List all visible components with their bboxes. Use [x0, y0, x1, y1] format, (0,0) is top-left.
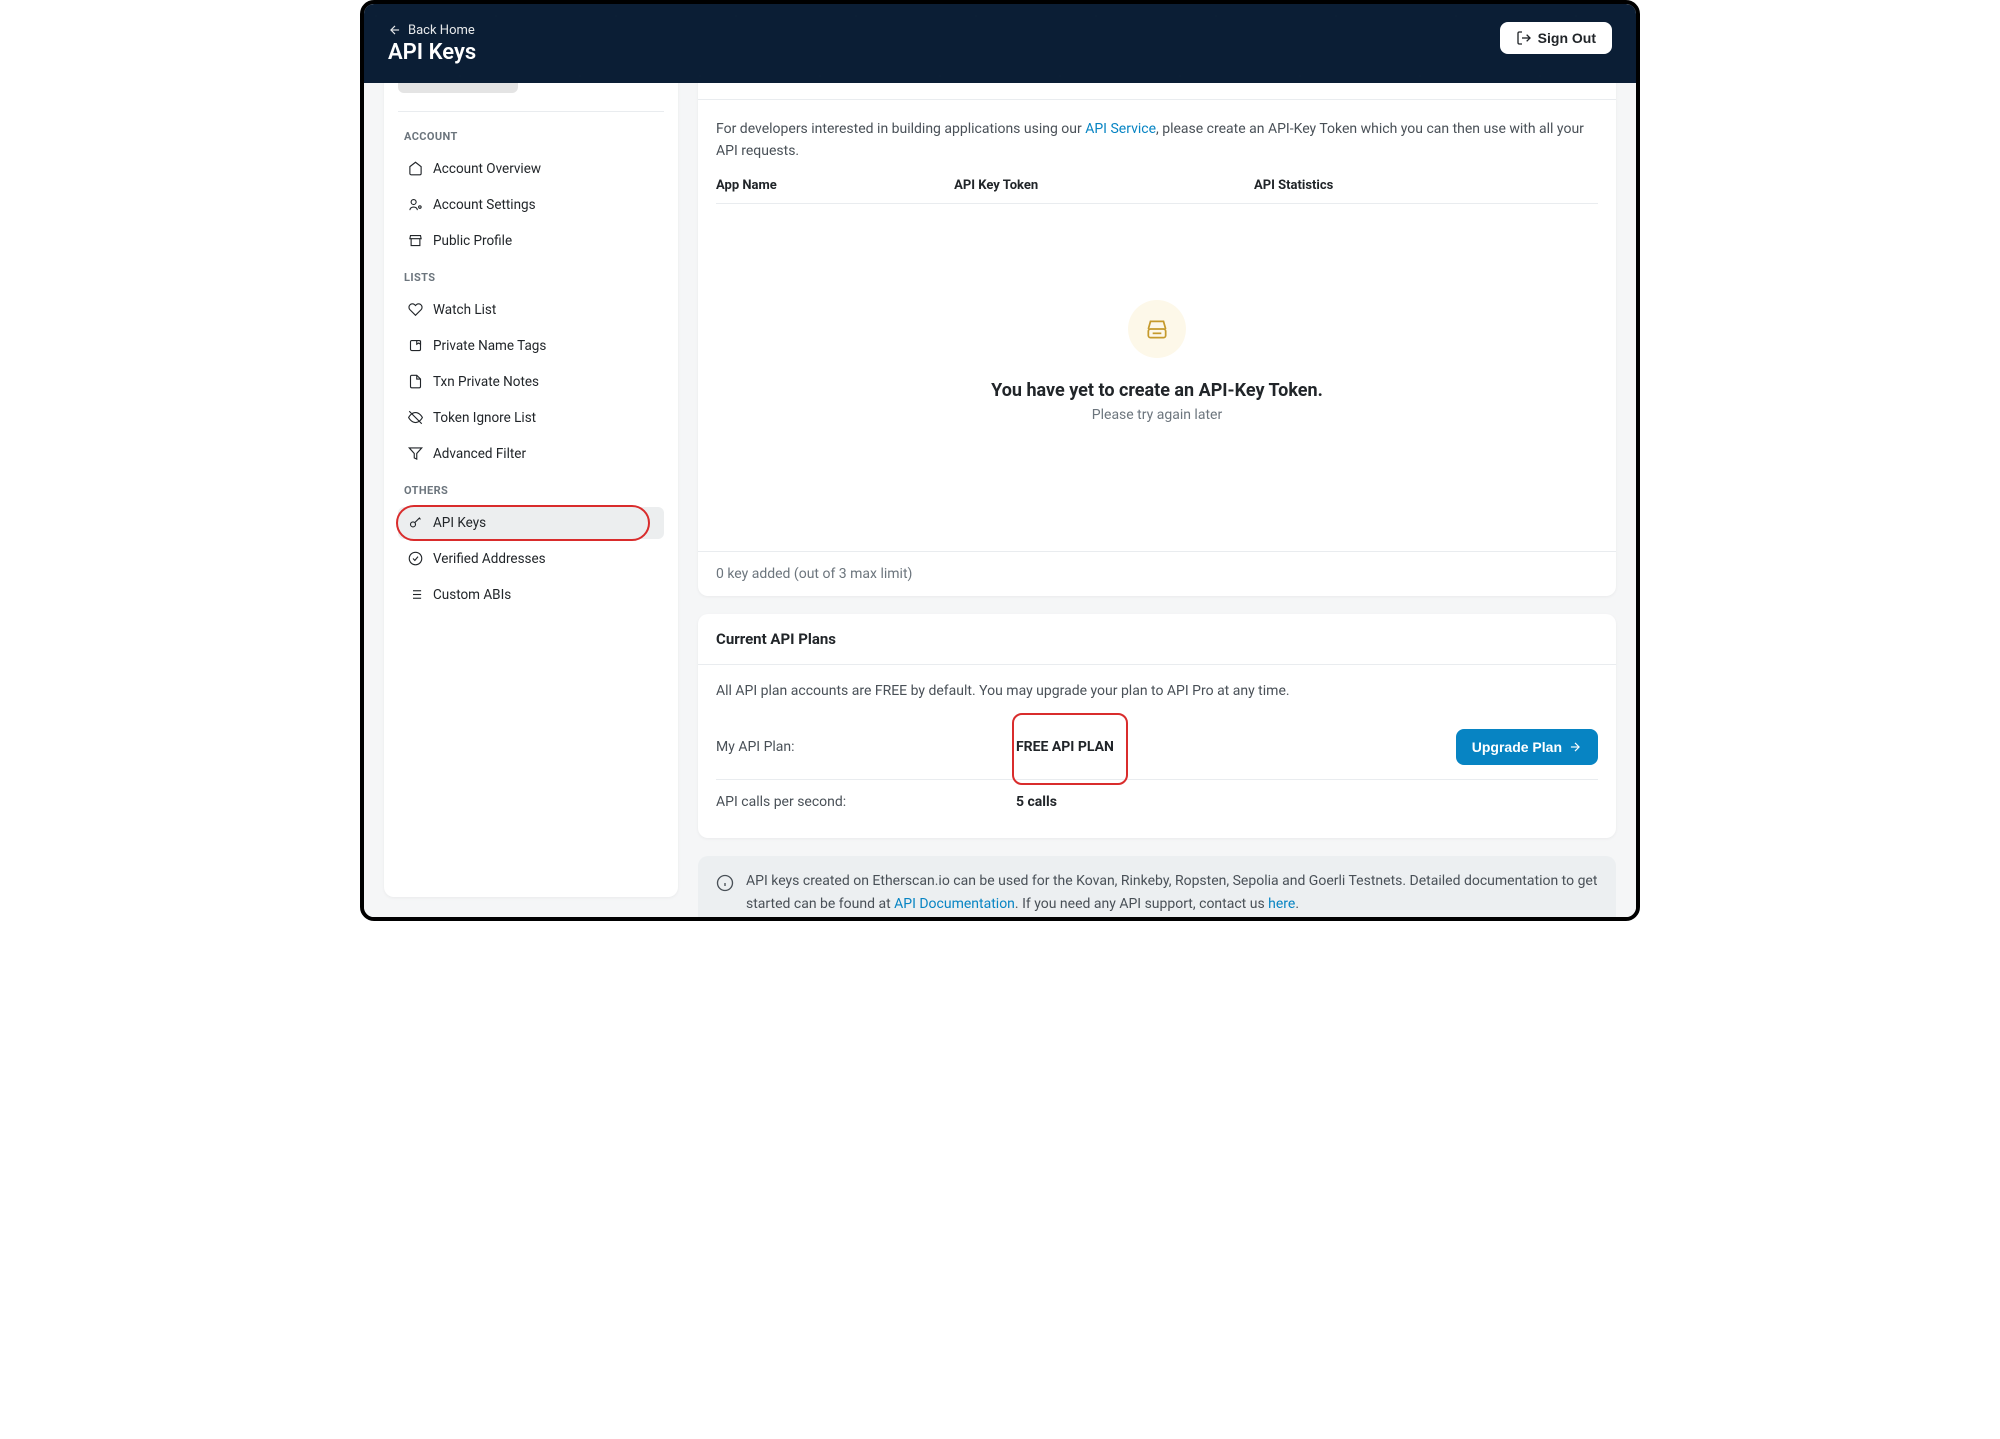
sidebar-item-label: Account Settings: [433, 197, 536, 213]
sidebar-item-label: Private Name Tags: [433, 338, 546, 354]
empty-subtitle: Please try again later: [716, 407, 1598, 423]
sidebar-item-custom-abis[interactable]: Custom ABIs: [398, 579, 664, 611]
arrow-left-icon: [388, 23, 402, 37]
arrow-right-icon: [1568, 740, 1582, 754]
inbox-icon: [1144, 316, 1170, 342]
info-icon: [716, 874, 734, 892]
sidebar-item-label: Verified Addresses: [433, 551, 546, 567]
sidebar-item-label: Advanced Filter: [433, 446, 526, 462]
info-text-segment: .: [1295, 896, 1299, 912]
sidebar-item-txn-private-notes[interactable]: Txn Private Notes: [398, 366, 664, 398]
check-circle-icon: [408, 551, 423, 566]
col-api-statistics: API Statistics: [1254, 178, 1598, 193]
sidebar-section-others: OTHERS: [404, 484, 658, 497]
api-keys-panel: API Keys Add For developers interested i…: [698, 83, 1616, 597]
sidebar: ACCOUNT Account Overview Account Setting…: [384, 83, 678, 898]
sidebar-section-account: ACCOUNT: [404, 130, 658, 143]
empty-state: You have yet to create an API-Key Token.…: [716, 204, 1598, 533]
plans-description: All API plan accounts are FREE by defaul…: [716, 683, 1598, 699]
document-icon: [408, 374, 423, 389]
support-here-link[interactable]: here: [1268, 896, 1295, 912]
sidebar-item-watch-list[interactable]: Watch List: [398, 294, 664, 326]
sidebar-item-token-ignore-list[interactable]: Token Ignore List: [398, 402, 664, 434]
info-text-segment: . If you need any API support, contact u…: [1015, 896, 1268, 912]
sidebar-item-label: API Keys: [433, 515, 486, 531]
plans-title: Current API Plans: [698, 614, 1616, 665]
api-documentation-link[interactable]: API Documentation: [894, 896, 1015, 912]
sidebar-item-label: Public Profile: [433, 233, 512, 249]
sidebar-item-account-overview[interactable]: Account Overview: [398, 153, 664, 185]
page-title: API Keys: [388, 40, 476, 65]
col-api-key-token: API Key Token: [954, 178, 1254, 193]
sidebar-item-advanced-filter[interactable]: Advanced Filter: [398, 438, 664, 470]
list-icon: [408, 587, 423, 602]
sidebar-section-lists: LISTS: [404, 271, 658, 284]
sidebar-item-account-settings[interactable]: Account Settings: [398, 189, 664, 221]
api-plans-panel: Current API Plans All API plan accounts …: [698, 614, 1616, 838]
sidebar-item-label: Custom ABIs: [433, 587, 511, 603]
heart-icon: [408, 302, 423, 317]
note-icon: [408, 338, 423, 353]
info-text: API keys created on Etherscan.io can be …: [746, 870, 1598, 915]
back-home-label: Back Home: [408, 23, 475, 38]
sign-out-icon: [1516, 30, 1532, 46]
plan-row-calls-per-second: API calls per second: 5 calls: [716, 784, 1598, 820]
plan-value: FREE API PLAN: [1016, 739, 1114, 755]
user-gear-icon: [408, 197, 423, 212]
sidebar-item-verified-addresses[interactable]: Verified Addresses: [398, 543, 664, 575]
sidebar-item-api-keys[interactable]: API Keys: [398, 507, 664, 539]
plan-label: API calls per second:: [716, 794, 1016, 810]
empty-icon-wrap: [1128, 300, 1186, 358]
sidebar-item-label: Watch List: [433, 302, 496, 318]
upgrade-label: Upgrade Plan: [1472, 739, 1562, 755]
plan-label: My API Plan:: [716, 739, 1016, 755]
back-home-link[interactable]: Back Home: [388, 23, 475, 38]
table-header: App Name API Key Token API Statistics: [716, 162, 1598, 204]
sidebar-item-label: Token Ignore List: [433, 410, 536, 426]
col-app-name: App Name: [716, 178, 954, 193]
panel-description: For developers interested in building ap…: [716, 118, 1598, 163]
plan-row-my-plan: My API Plan: FREE API PLAN Upgrade Plan: [716, 719, 1598, 775]
empty-title: You have yet to create an API-Key Token.: [716, 380, 1598, 401]
app-header: Back Home API Keys Sign Out: [364, 4, 1636, 83]
filter-icon: [408, 446, 423, 461]
sidebar-item-label: Account Overview: [433, 161, 541, 177]
account-avatar-placeholder: [398, 83, 518, 93]
sidebar-item-public-profile[interactable]: Public Profile: [398, 225, 664, 257]
sign-out-label: Sign Out: [1538, 30, 1596, 46]
sidebar-item-private-name-tags[interactable]: Private Name Tags: [398, 330, 664, 362]
sign-out-button[interactable]: Sign Out: [1500, 22, 1612, 54]
plan-value: 5 calls: [1016, 794, 1057, 810]
panel-footer: 0 key added (out of 3 max limit): [698, 551, 1616, 596]
home-icon: [408, 161, 423, 176]
storefront-icon: [408, 233, 423, 248]
sidebar-item-label: Txn Private Notes: [433, 374, 539, 390]
api-service-link[interactable]: API Service: [1085, 121, 1156, 137]
key-icon: [408, 515, 423, 530]
eye-off-icon: [408, 410, 423, 425]
info-banner: API keys created on Etherscan.io can be …: [698, 856, 1616, 917]
upgrade-plan-button[interactable]: Upgrade Plan: [1456, 729, 1598, 765]
desc-text: For developers interested in building ap…: [716, 121, 1085, 137]
